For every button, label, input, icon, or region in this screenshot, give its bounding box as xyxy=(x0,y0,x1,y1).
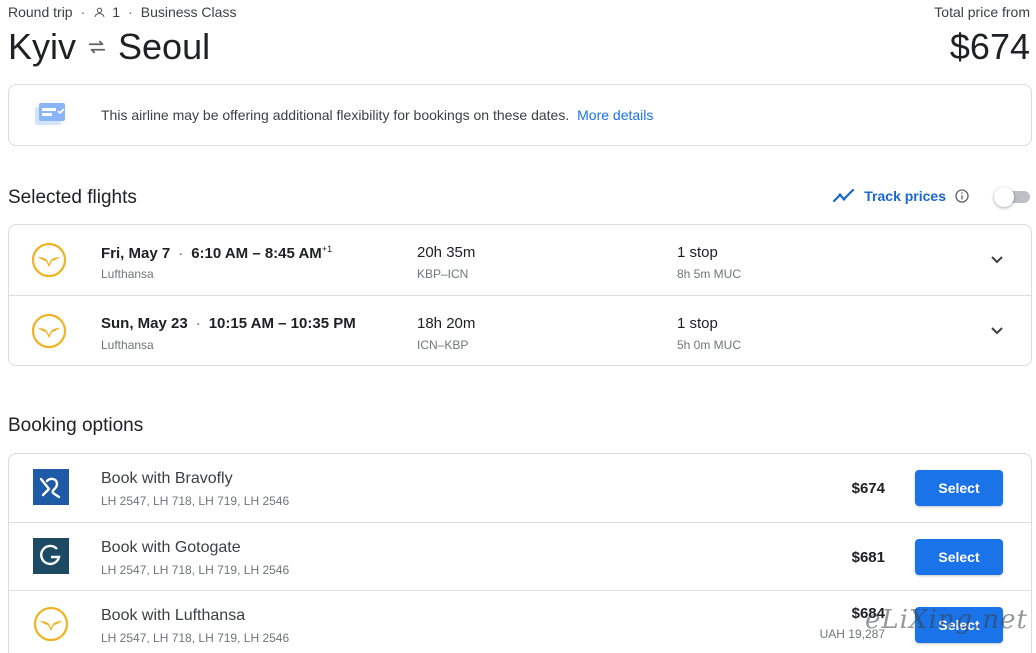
booking-flight-numbers: LH 2547, LH 718, LH 719, LH 2546 xyxy=(101,563,290,577)
flight-time-range: 10:15 AM – 10:35 PM xyxy=(208,315,356,332)
track-prices[interactable]: Track prices xyxy=(832,186,1030,207)
flight-airline: Lufthansa xyxy=(101,338,154,352)
flight-row-return[interactable]: Sun, May 23 · 10:15 AM – 10:35 PM Lufthans… xyxy=(9,295,1031,365)
select-button[interactable]: Select xyxy=(915,607,1003,643)
flight-stops: 1 stop xyxy=(677,315,718,332)
more-details-link[interactable]: More details xyxy=(577,107,653,123)
flight-duration: 18h 20m xyxy=(417,315,476,332)
destination-city: Seoul xyxy=(118,26,211,67)
booking-options-heading: Booking options xyxy=(8,415,144,436)
booking-alt-price: UAH 19,287 xyxy=(819,627,885,641)
separator-dot: · xyxy=(80,4,86,20)
flight-route: ICN–KBP xyxy=(417,338,469,352)
separator-dot: · xyxy=(195,315,201,332)
booking-flight-numbers: LH 2547, LH 718, LH 719, LH 2546 xyxy=(101,494,290,508)
flight-times: Sun, May 23 · 10:15 AM – 10:35 PM xyxy=(101,315,356,332)
flight-layover: 8h 5m MUC xyxy=(677,267,742,281)
swap-arrows-icon xyxy=(86,36,108,58)
calendar-ticket-icon xyxy=(33,101,69,129)
selected-flights-list: Fri, May 7 · 6:10 AM – 8:45 AM+1 Lufthansa… xyxy=(8,224,1032,366)
booking-option-bravofly: Book with Bravofly LH 2547, LH 718, LH 7… xyxy=(9,454,1031,522)
gotogate-logo-icon xyxy=(33,538,69,574)
total-price-label: Total price from xyxy=(934,4,1030,20)
flight-date: Sun, May 23 xyxy=(101,315,188,332)
passenger-count-value: 1 xyxy=(112,4,121,20)
lufthansa-logo-icon xyxy=(33,606,69,642)
flight-airline: Lufthansa xyxy=(101,267,154,281)
booking-flight-numbers: LH 2547, LH 718, LH 719, LH 2546 xyxy=(101,631,290,645)
total-price: $674 xyxy=(949,26,1030,67)
chevron-down-icon[interactable] xyxy=(987,321,1007,341)
notice-message: This airline may be offering additional … xyxy=(101,107,570,123)
track-prices-label: Track prices xyxy=(864,188,946,204)
separator-dot: · xyxy=(128,4,133,20)
flight-times: Fri, May 7 · 6:10 AM – 8:45 AM+1 xyxy=(101,244,332,262)
booking-option-gotogate: Book with Gotogate LH 2547, LH 718, LH 7… xyxy=(9,522,1031,590)
chevron-down-icon[interactable] xyxy=(987,250,1007,270)
track-prices-toggle[interactable] xyxy=(994,186,1030,207)
booking-provider-name: Book with Lufthansa xyxy=(101,607,246,624)
booking-price: $681 xyxy=(851,549,885,566)
select-button[interactable]: Select xyxy=(915,470,1003,506)
passenger-count[interactable]: 1 xyxy=(93,4,120,20)
selected-flights-heading: Selected flights xyxy=(8,187,137,208)
bravofly-logo-icon xyxy=(33,469,69,505)
person-icon xyxy=(94,7,105,17)
flexibility-notice: This airline may be offering additional … xyxy=(8,84,1032,146)
flight-stops: 1 stop xyxy=(677,244,718,261)
flight-layover: 5h 0m MUC xyxy=(677,338,742,352)
info-icon[interactable] xyxy=(954,188,970,204)
booking-provider-name: Book with Gotogate xyxy=(101,539,241,556)
trending-up-icon xyxy=(833,188,855,203)
lufthansa-logo-icon xyxy=(31,313,67,349)
cabin-class[interactable]: Business Class xyxy=(141,4,237,20)
route-title: Kyiv Seoul xyxy=(8,26,210,68)
lufthansa-logo-icon xyxy=(31,242,67,278)
flight-row-outbound[interactable]: Fri, May 7 · 6:10 AM – 8:45 AM+1 Lufthansa… xyxy=(9,225,1031,295)
flight-time-range: 6:10 AM – 8:45 AM xyxy=(191,245,322,262)
notice-text: This airline may be offering additional … xyxy=(101,107,653,123)
booking-option-lufthansa: Book with Lufthansa LH 2547, LH 718, LH … xyxy=(9,590,1031,653)
toggle-knob xyxy=(994,187,1014,207)
select-button[interactable]: Select xyxy=(915,539,1003,575)
booking-provider-name: Book with Bravofly xyxy=(101,470,233,487)
booking-price: $674 xyxy=(851,480,885,497)
origin-city: Kyiv xyxy=(8,26,77,67)
separator-dot: · xyxy=(178,245,184,262)
flight-date: Fri, May 7 xyxy=(101,245,171,262)
flight-duration: 20h 35m xyxy=(417,244,476,261)
day-offset: +1 xyxy=(321,244,333,254)
flight-route: KBP–ICN xyxy=(417,267,469,281)
trip-summary-bar: Round trip · 1 · Business Class Total pr… xyxy=(8,2,1030,22)
trip-type[interactable]: Round trip xyxy=(8,4,73,20)
booking-price: $684 xyxy=(851,605,885,622)
booking-options-list: Book with Bravofly LH 2547, LH 718, LH 7… xyxy=(8,453,1032,653)
